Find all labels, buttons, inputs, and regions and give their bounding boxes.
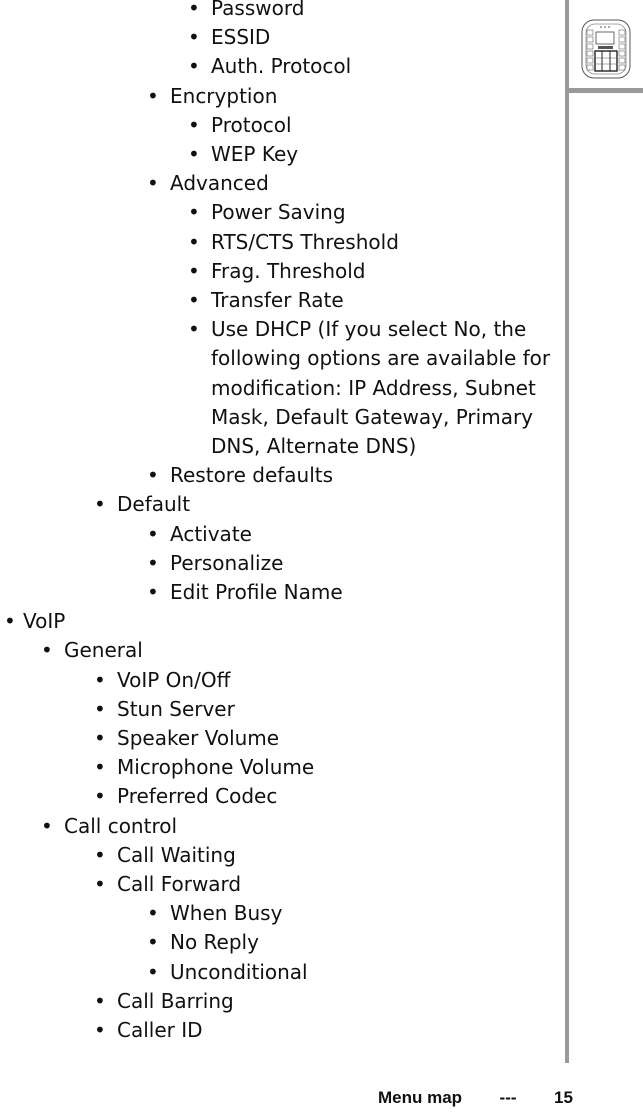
bullet-icon: • [147, 550, 159, 575]
bullet-icon: • [94, 1018, 106, 1042]
menu-item: Call Barring [117, 988, 234, 1013]
page-number: 15 [553, 1088, 573, 1107]
bullet-icon: • [147, 521, 159, 546]
footer-separator: --- [499, 1088, 517, 1107]
bullet-icon: • [188, 0, 200, 20]
bullet-icon: • [188, 200, 200, 225]
bullet-icon: • [147, 83, 159, 108]
bullet-icon: • [94, 696, 106, 721]
menu-item: Advanced [170, 171, 269, 196]
menu-item: Use DHCP (If you select No, the followin… [211, 317, 551, 458]
bullet-icon: • [94, 726, 106, 750]
bullet-icon: • [94, 872, 106, 896]
bullet-icon: • [147, 580, 159, 604]
menu-item: RTS/CTS Threshold [211, 229, 399, 254]
bullet-icon: • [188, 25, 200, 50]
bullet-icon: • [188, 258, 200, 283]
bullet-icon: • [188, 142, 200, 166]
bullet-icon: • [188, 229, 200, 254]
menu-item: Unconditional [170, 959, 308, 984]
bullet-icon: • [147, 171, 159, 196]
bullet-icon: • [4, 609, 16, 634]
menu-item: Power Saving [211, 200, 346, 225]
bullet-icon: • [147, 463, 159, 488]
menu-item: Auth. Protocol [211, 54, 352, 79]
bullet-icon: • [94, 492, 106, 517]
bullet-icon: • [94, 784, 106, 809]
bullet-icon: • [94, 667, 106, 692]
menu-item: VoIP On/Off [117, 667, 231, 692]
bullet-icon: • [147, 959, 159, 984]
menu-item: Preferred Codec [117, 784, 278, 809]
menu-item: ESSID [211, 25, 271, 50]
menu-item: Activate [170, 521, 252, 546]
bullet-icon: • [188, 112, 200, 137]
menu-item: Edit Profile Name [170, 580, 343, 604]
bullet-icon: • [147, 901, 159, 926]
bullet-icon: • [94, 842, 106, 867]
page-footer: Menu map --- 15 [378, 1088, 573, 1108]
menu-item: VoIP [23, 609, 66, 634]
bullet-icon: • [41, 813, 53, 838]
menu-item: No Reply [170, 930, 259, 955]
menu-item: WEP Key [211, 142, 299, 166]
phone-icon [581, 19, 631, 79]
bullet-icon: • [188, 288, 200, 312]
menu-item: When Busy [170, 901, 283, 926]
menu-item: Call control [64, 813, 178, 838]
bullet-icon: • [41, 638, 53, 663]
menu-item: Microphone Volume [117, 755, 315, 780]
bullet-icon: • [147, 930, 159, 955]
menu-item: Caller ID [117, 1018, 203, 1042]
sidebar-horizontal-bar [569, 88, 643, 93]
menu-item: Stun Server [117, 696, 235, 721]
menu-item: Speaker Volume [117, 726, 280, 750]
menu-item: Password [211, 0, 305, 20]
menu-item: Default [117, 492, 191, 517]
menu-item: Call Waiting [117, 842, 236, 867]
menu-item: General [64, 638, 143, 663]
menu-item: Call Forward [117, 872, 242, 896]
footer-section-title: Menu map [378, 1088, 463, 1107]
menu-item: Frag. Threshold [211, 258, 366, 283]
menu-item: Restore defaults [170, 463, 334, 488]
menu-item: Protocol [211, 112, 292, 137]
menu-item: Personalize [170, 550, 284, 575]
bullet-icon: • [94, 988, 106, 1013]
bullet-icon: • [188, 317, 200, 342]
bullet-icon: • [94, 755, 106, 780]
bullet-icon: • [188, 54, 200, 79]
menu-item: Transfer Rate [211, 288, 344, 312]
sidebar-vertical-bar [565, 0, 569, 1063]
menu-item: Encryption [170, 83, 278, 108]
